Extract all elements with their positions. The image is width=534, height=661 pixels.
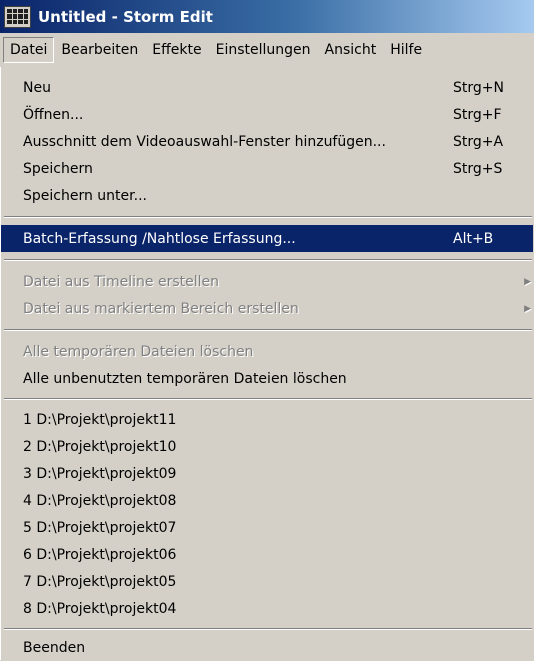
recent-file-item[interactable]: 2 D:\Projekt\projekt10 (1, 433, 533, 460)
menu-effekte[interactable]: Effekte (145, 37, 208, 63)
menu-item-unbenutzte-temp-loeschen[interactable]: Alle unbenutzten temporären Dateien lösc… (1, 365, 533, 392)
shortcut-label: Strg+A (453, 133, 504, 150)
menu-hilfe[interactable]: Hilfe (383, 37, 429, 63)
menu-item-neu[interactable]: Neu Strg+N (1, 74, 533, 101)
submenu-arrow-icon: ▶ (524, 276, 531, 287)
recent-file-item[interactable]: 1 D:\Projekt\projekt11 (1, 406, 533, 433)
recent-file-item[interactable]: 4 D:\Projekt\projekt08 (1, 487, 533, 514)
menu-item-datei-aus-bereich[interactable]: Datei aus markiertem Bereich erstellen ▶ (1, 295, 533, 322)
menu-bar: Datei Bearbeiten Effekte Einstellungen A… (0, 33, 534, 67)
datei-dropdown-menu: Neu Strg+N Öffnen... Strg+F Ausschnitt d… (0, 67, 534, 660)
storm-edit-app-icon[interactable] (4, 5, 31, 28)
recent-file-item[interactable]: 5 D:\Projekt\projekt07 (1, 514, 533, 541)
recent-file-item[interactable]: 7 D:\Projekt\projekt05 (1, 568, 533, 595)
menu-separator (4, 329, 532, 331)
shortcut-label: Strg+S (453, 160, 503, 177)
menu-item-alle-temp-loeschen[interactable]: Alle temporären Dateien löschen (1, 338, 533, 365)
menu-item-datei-aus-timeline[interactable]: Datei aus Timeline erstellen ▶ (1, 268, 533, 295)
window-title: Untitled - Storm Edit (38, 7, 213, 26)
menu-einstellungen[interactable]: Einstellungen (209, 37, 318, 63)
submenu-arrow-icon: ▶ (524, 303, 531, 314)
menu-item-batch-erfassung[interactable]: Batch-Erfassung /Nahtlose Erfassung... A… (1, 225, 533, 252)
menu-item-oeffnen[interactable]: Öffnen... Strg+F (1, 101, 533, 128)
menu-datei[interactable]: Datei (3, 37, 55, 63)
shortcut-label: Strg+F (453, 106, 502, 123)
menu-ansicht[interactable]: Ansicht (318, 37, 384, 63)
menu-item-ausschnitt-hinzufuegen[interactable]: Ausschnitt dem Videoauswahl-Fenster hinz… (1, 128, 533, 155)
menu-separator (4, 259, 532, 261)
title-bar[interactable]: Untitled - Storm Edit (0, 0, 534, 33)
menu-item-speichern[interactable]: Speichern Strg+S (1, 155, 533, 182)
menu-separator (4, 628, 532, 630)
shortcut-label: Alt+B (453, 230, 494, 247)
menu-bearbeiten[interactable]: Bearbeiten (54, 37, 145, 63)
shortcut-label: Strg+N (453, 79, 504, 96)
menu-separator (4, 398, 532, 400)
menu-item-beenden[interactable]: Beenden (1, 634, 533, 661)
recent-file-item[interactable]: 8 D:\Projekt\projekt04 (1, 595, 533, 622)
menu-item-speichern-unter[interactable]: Speichern unter... (1, 182, 533, 209)
recent-file-item[interactable]: 3 D:\Projekt\projekt09 (1, 460, 533, 487)
menu-separator (4, 216, 532, 218)
recent-file-item[interactable]: 6 D:\Projekt\projekt06 (1, 541, 533, 568)
